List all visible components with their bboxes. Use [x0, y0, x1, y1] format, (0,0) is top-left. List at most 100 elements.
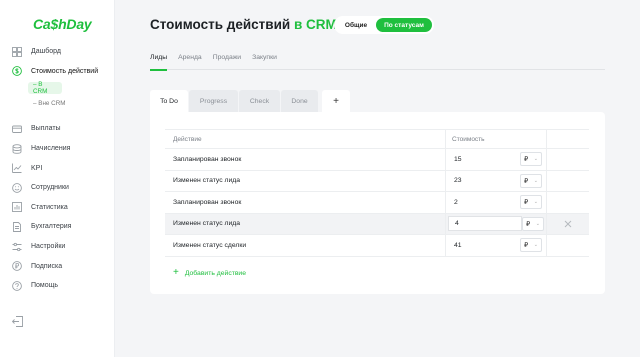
action-cell: Изменен статус лида — [173, 177, 241, 185]
dashboard-icon — [12, 46, 22, 57]
cost-cell: 4 ₽ ⌄ — [445, 213, 546, 234]
chevron-down-icon: ⌄ — [533, 242, 538, 249]
currency-select[interactable]: ₽ ⌄ — [520, 195, 542, 210]
trend-icon — [12, 163, 22, 174]
action-cell: Запланирован звонок — [173, 155, 242, 163]
sidebar-item-label: Помощь — [31, 282, 59, 290]
currency-symbol: ₽ — [524, 242, 529, 250]
sidebar-nav: Дашборд Стоимость действий – В CRM – Вне… — [0, 42, 115, 296]
table-row: Запланирован звонок 2 ₽ ⌄ — [165, 192, 589, 214]
view-toggle: Общие По статусам — [334, 16, 434, 34]
currency-select[interactable]: ₽ ⌄ — [520, 238, 542, 253]
status-tab-progress[interactable]: Progress — [189, 90, 238, 112]
sidebar-item-label: Стоимость действий — [31, 67, 99, 75]
actions-card: Действие Стоимость Запланирован звонок 1… — [150, 112, 605, 294]
sidebar-item-label: Начисления — [31, 145, 71, 153]
logout-icon[interactable] — [11, 314, 23, 327]
sidebar-item-statistics[interactable]: Статистика — [0, 198, 115, 218]
sidebar-item-label: KPI — [31, 164, 43, 172]
currency-symbol: ₽ — [524, 156, 529, 164]
sidebar-item-action-cost[interactable]: Стоимость действий — [0, 62, 115, 82]
column-header-cost: Стоимость — [445, 130, 546, 148]
sidebar-item-subscription[interactable]: Подписка — [0, 256, 115, 276]
document-icon — [12, 222, 22, 232]
table-row: Изменен статус лида 23 ₽ ⌄ — [165, 170, 589, 192]
row-actions-cell — [546, 170, 589, 191]
sidebar-item-payouts[interactable]: Выплаты — [0, 119, 115, 139]
table-row-hovered: Изменен статус лида 4 ₽ ⌄ — [165, 213, 589, 235]
crm-scope-label: в CRM — [293, 17, 337, 32]
cost-input[interactable]: 23 — [452, 177, 510, 184]
action-cell: Запланирован звонок — [173, 198, 242, 206]
plus-icon: + — [173, 267, 179, 278]
add-status-tab-button[interactable]: + — [322, 90, 350, 112]
row-actions-cell — [546, 192, 589, 213]
sidebar-item-settings[interactable]: Настройки — [0, 237, 115, 257]
toggle-by-status[interactable]: По статусам — [376, 18, 432, 32]
action-cell: Изменен статус лида — [173, 220, 241, 228]
card-icon — [12, 124, 22, 134]
column-header-empty — [546, 130, 589, 148]
smile-icon — [12, 182, 22, 193]
cost-input[interactable]: 2 — [452, 199, 510, 206]
sidebar-subitem-out-crm[interactable]: – Вне CRM — [0, 96, 115, 111]
status-tab-todo[interactable]: To Do — [150, 90, 188, 112]
sliders-icon — [12, 242, 22, 252]
status-tab-check[interactable]: Check — [239, 90, 280, 112]
chevron-down-icon: ⌄ — [533, 199, 538, 206]
add-action-label: Добавить действие — [184, 269, 247, 277]
sidebar-item-label: Настройки — [31, 243, 66, 251]
sidebar: Ca$hDay Дашборд Стоимость действий – В C… — [0, 0, 115, 357]
row-actions-cell — [546, 149, 589, 170]
action-cell: Изменен статус сделки — [173, 241, 247, 249]
sidebar-item-kpi[interactable]: KPI — [0, 158, 115, 178]
add-action-button[interactable]: + Добавить действие — [173, 268, 246, 278]
row-actions-cell — [546, 235, 589, 256]
sidebar-subitem-in-crm[interactable]: – В CRM — [28, 81, 62, 95]
actions-table: Действие Стоимость Запланирован звонок 1… — [165, 129, 589, 257]
help-icon — [12, 280, 22, 291]
sidebar-item-dashboard[interactable]: Дашборд — [0, 42, 115, 62]
currency-symbol: ₽ — [524, 199, 529, 207]
sidebar-item-label: Дашборд — [31, 48, 61, 56]
column-header-action: Действие — [173, 135, 202, 143]
page-title: Стоимость действий в CRM — [150, 17, 348, 33]
sidebar-item-label: Выплаты — [31, 125, 61, 133]
row-actions-cell — [546, 213, 589, 234]
sidebar-item-label: Бухгалтерия — [31, 223, 72, 231]
sidebar-item-help[interactable]: Помощь — [0, 276, 115, 296]
close-icon[interactable] — [563, 219, 573, 229]
sidebar-item-employees[interactable]: Сотрудники — [0, 178, 115, 198]
currency-symbol: ₽ — [526, 220, 531, 228]
table-row: Запланирован звонок 15 ₽ ⌄ — [165, 149, 589, 171]
tab-leads[interactable]: Лиды — [150, 53, 168, 71]
tab-rent[interactable]: Аренда — [178, 53, 202, 70]
logo[interactable]: Ca$hDay — [33, 16, 92, 32]
database-icon — [12, 143, 22, 154]
cost-input[interactable]: 41 — [452, 242, 510, 249]
status-tabs: To Do Progress Check Done + — [150, 90, 351, 112]
cost-cell: 15 ₽ ⌄ — [445, 149, 546, 170]
chevron-down-icon: ⌄ — [533, 177, 538, 184]
status-tab-done[interactable]: Done — [281, 90, 318, 112]
currency-select[interactable]: ₽ ⌄ — [520, 152, 542, 167]
cost-input[interactable]: 4 — [448, 216, 522, 232]
currency-select[interactable]: ₽ ⌄ — [522, 216, 544, 231]
dollar-circle-icon — [12, 66, 22, 77]
currency-select[interactable]: ₽ ⌄ — [520, 173, 542, 188]
sidebar-item-accruals[interactable]: Начисления — [0, 139, 115, 159]
entity-tabs: Лиды Аренда Продажи Закупки — [150, 53, 605, 71]
chart-icon — [12, 202, 22, 213]
sidebar-item-label: Статистика — [31, 203, 68, 211]
cost-value: 4 — [455, 220, 459, 228]
sidebar-item-label: Подписка — [31, 262, 63, 270]
page-title-prefix: Стоимость действий — [150, 17, 291, 32]
toggle-general[interactable]: Общие — [336, 18, 376, 32]
tab-sales[interactable]: Продажи — [213, 53, 241, 70]
tab-purchases[interactable]: Закупки — [252, 53, 277, 70]
chevron-down-icon: ⌄ — [535, 220, 540, 227]
cost-input[interactable]: 15 — [452, 156, 510, 163]
sidebar-item-label: Сотрудники — [31, 184, 69, 192]
sidebar-item-accounting[interactable]: Бухгалтерия — [0, 217, 115, 237]
